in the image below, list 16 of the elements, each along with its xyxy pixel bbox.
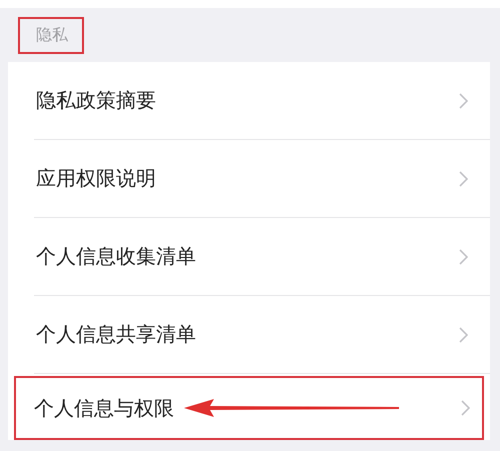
- settings-row[interactable]: 个人信息共享清单: [8, 296, 490, 373]
- chevron-icon: [459, 170, 468, 186]
- settings-row[interactable]: 个人信息与权限: [14, 376, 484, 440]
- chevron-icon: [459, 326, 468, 342]
- row-label: 个人信息收集清单: [36, 243, 196, 270]
- row-label: 个人信息共享清单: [36, 321, 196, 348]
- row-label: 隐私政策摘要: [36, 87, 156, 114]
- settings-row[interactable]: 应用权限说明: [8, 140, 490, 217]
- settings-row[interactable]: 个人信息收集清单: [8, 218, 490, 295]
- chevron-icon: [461, 400, 470, 416]
- chevron-icon: [459, 248, 468, 264]
- row-label: 个人信息与权限: [34, 394, 174, 422]
- section-title: 隐私: [18, 16, 84, 54]
- row-label: 应用权限说明: [36, 165, 156, 192]
- chevron-icon: [459, 92, 468, 108]
- settings-row[interactable]: 隐私政策摘要: [8, 62, 490, 139]
